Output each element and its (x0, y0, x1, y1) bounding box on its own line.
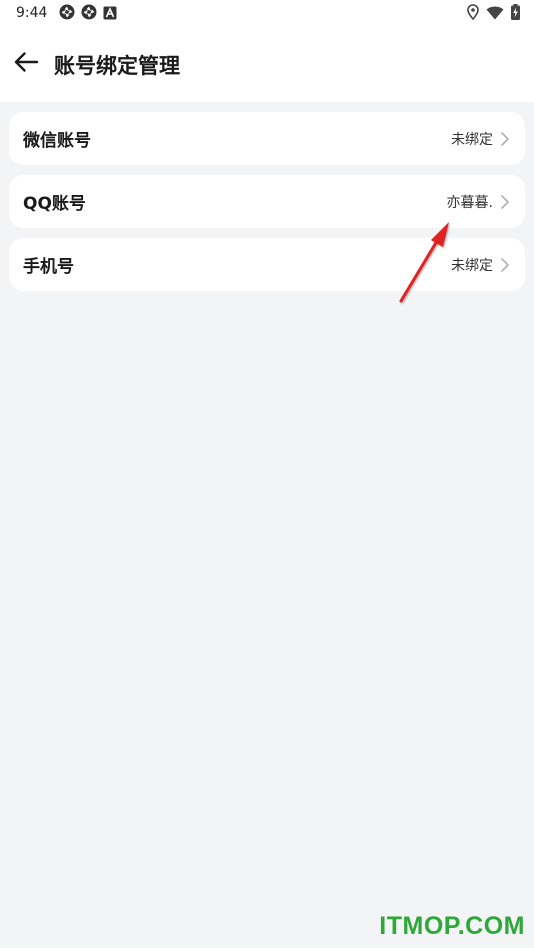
arrow-left-icon (13, 51, 39, 77)
item-value: 未绑定 (451, 132, 493, 148)
header: 账号绑定管理 (0, 28, 534, 102)
status-right-icons (467, 4, 520, 24)
status-bar: 9:44 (0, 0, 534, 28)
item-label: 微信账号 (23, 131, 91, 151)
aperture-icon (81, 4, 97, 24)
page-title: 账号绑定管理 (54, 54, 180, 78)
chevron-right-icon (500, 194, 510, 210)
wechat-account-item[interactable]: 微信账号 未绑定 (9, 112, 525, 165)
back-button[interactable] (8, 46, 44, 82)
item-label: 手机号 (23, 257, 74, 277)
item-value: 亦暮暮. (446, 195, 493, 211)
font-a-icon (103, 5, 117, 24)
wifi-icon (486, 5, 504, 24)
watermark-logo: ITMOP.COM (379, 912, 525, 940)
battery-charging-icon (511, 4, 520, 24)
account-binding-list: 微信账号 未绑定 QQ账号 亦暮暮. 手机号 未绑定 (9, 112, 525, 301)
chevron-right-icon (500, 257, 510, 273)
aperture-icon (59, 4, 75, 24)
item-value: 未绑定 (451, 258, 493, 274)
qq-account-item[interactable]: QQ账号 亦暮暮. (9, 175, 525, 228)
status-time: 9:44 (16, 5, 48, 21)
location-pin-icon (467, 4, 479, 24)
phone-number-item[interactable]: 手机号 未绑定 (9, 238, 525, 291)
status-left-icons (59, 4, 117, 24)
item-label: QQ账号 (23, 194, 86, 214)
chevron-right-icon (500, 131, 510, 147)
